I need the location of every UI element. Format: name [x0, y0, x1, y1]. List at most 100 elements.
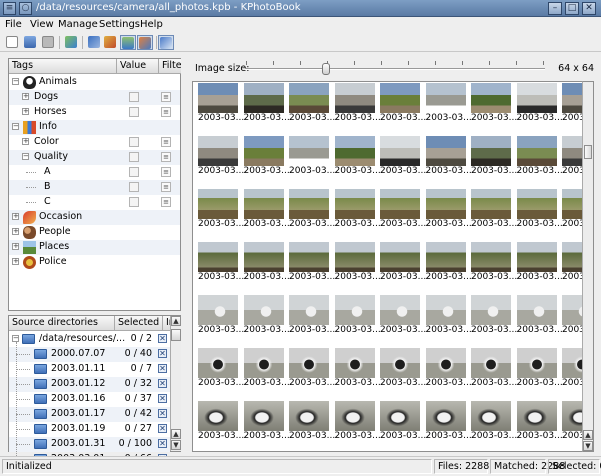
image-size-slider[interactable]	[245, 68, 545, 70]
filter-icon[interactable]: ≡	[161, 197, 171, 207]
expand-toggle-icon[interactable]: +	[22, 138, 29, 145]
menu-help[interactable]: Help	[140, 19, 163, 30]
sticky-icon[interactable]: ○	[19, 2, 32, 15]
photo-thumbnail[interactable]: 2003-03...	[289, 242, 335, 285]
photo-thumbnail[interactable]: 2003-03...	[471, 401, 517, 444]
include-toggle-icon[interactable]: ✕	[158, 424, 167, 433]
photo-thumbnail[interactable]: 2003-03...	[289, 189, 335, 232]
tag-row[interactable]: + Color ≡	[9, 135, 180, 150]
photo-thumbnail[interactable]: 2003-03...	[243, 242, 290, 285]
photo-thumbnail[interactable]: 2003-03...	[380, 242, 426, 285]
filter-icon[interactable]: ≡	[161, 107, 171, 117]
tag-row[interactable]: + Horses ≡	[9, 105, 180, 120]
menu-view[interactable]: View	[30, 19, 54, 30]
tag-row[interactable]: A ≡	[9, 165, 180, 180]
photo-thumbnail[interactable]: 2003-03...	[243, 401, 290, 444]
photo-thumbnail[interactable]: 2003-03...	[471, 136, 517, 179]
import-icon[interactable]	[137, 35, 153, 50]
photo-thumbnail[interactable]: 2003-03...	[425, 401, 472, 444]
filter-icon[interactable]: ≡	[161, 167, 171, 177]
photo-thumbnail[interactable]: 2003-03...	[425, 348, 472, 391]
photo-thumbnail[interactable]: 2003-03...	[516, 348, 563, 391]
photo-thumbnail[interactable]: 2003-03...	[516, 295, 563, 338]
photo-thumbnail[interactable]: 2003-03...	[380, 136, 426, 179]
photo-thumbnail[interactable]: 2003-03...	[289, 136, 335, 179]
source-dir-row[interactable]: 2003.01.12 0 / 32 ✕	[9, 377, 170, 392]
source-dir-row[interactable]: 2003.01.19 0 / 27 ✕	[9, 422, 170, 437]
expand-toggle-icon[interactable]: +	[22, 93, 29, 100]
include-toggle-icon[interactable]: ✕	[158, 394, 167, 403]
photo-thumbnail[interactable]: 2003-03...	[198, 242, 244, 285]
maximize-button[interactable]: □	[565, 2, 579, 15]
slider-handle[interactable]	[322, 63, 330, 75]
photo-thumbnail[interactable]: 2003-03...	[425, 136, 472, 179]
scroll-up-icon[interactable]: ▲	[171, 316, 181, 326]
photo-thumbnail[interactable]: 2003-03...	[425, 83, 472, 126]
photo-thumbnail[interactable]: 2003-03...	[516, 189, 563, 232]
source-dir-row[interactable]: 2003.01.16 0 / 37 ✕	[9, 392, 170, 407]
photo-thumbnail[interactable]: 2003-03...	[380, 83, 426, 126]
photo-thumbnail[interactable]: 2003-03...	[243, 295, 290, 338]
scroll-thumb[interactable]	[171, 329, 181, 341]
tag-value-checkbox[interactable]	[129, 107, 139, 117]
expand-toggle-icon[interactable]: +	[12, 228, 19, 235]
tag-row[interactable]: + People	[9, 225, 180, 240]
photo-thumbnail[interactable]: 2003-03...	[334, 242, 381, 285]
source-dir-row[interactable]: 2000.07.07 0 / 40 ✕	[9, 347, 170, 362]
save-icon[interactable]	[40, 35, 56, 50]
include-toggle-icon[interactable]: ✕	[158, 364, 167, 373]
menu-settings[interactable]: Settings	[99, 19, 140, 30]
photo-thumbnail[interactable]: 2003-03...	[425, 242, 472, 285]
photo-thumbnail[interactable]: 2003-03...	[198, 136, 244, 179]
auto-tag-icon[interactable]	[158, 35, 174, 50]
minimize-button[interactable]: –	[548, 2, 562, 15]
photo-thumbnail[interactable]: 2003-03...	[562, 136, 582, 179]
include-toggle-icon[interactable]: ✕	[158, 334, 167, 343]
expand-toggle-icon[interactable]: −	[12, 335, 19, 342]
thumbnail-grid[interactable]: 2003-03... 2003-03... 2003-03... 2003-03...…	[192, 81, 582, 452]
source-dir-row[interactable]: − /data/resources/... 0 / 2 ✕	[9, 332, 170, 347]
tag-value-checkbox[interactable]	[129, 137, 139, 147]
photo-thumbnail[interactable]: 2003-03...	[380, 295, 426, 338]
photo-thumbnail[interactable]: 2003-03...	[198, 83, 244, 126]
photo-thumbnail[interactable]: 2003-03...	[425, 295, 472, 338]
include-toggle-icon[interactable]: ✕	[158, 349, 167, 358]
expand-toggle-icon[interactable]: −	[12, 123, 19, 130]
photo-thumbnail[interactable]: 2003-03...	[334, 401, 381, 444]
open-icon[interactable]	[22, 35, 38, 50]
photo-thumbnail[interactable]: 2003-03...	[380, 348, 426, 391]
expand-toggle-icon[interactable]: +	[22, 108, 29, 115]
tag-value-checkbox[interactable]	[129, 152, 139, 162]
photo-thumbnail[interactable]: 2003-03...	[289, 401, 335, 444]
filter-column-header[interactable]: Filter	[159, 59, 181, 74]
expand-toggle-icon[interactable]: −	[22, 153, 29, 160]
tag-value-checkbox[interactable]	[129, 182, 139, 192]
photo-thumbnail[interactable]: 2003-03...	[471, 242, 517, 285]
tag-row[interactable]: B ≡	[9, 180, 180, 195]
tag-value-checkbox[interactable]	[129, 167, 139, 177]
scroll-up-icon[interactable]: ▲	[583, 430, 593, 440]
tag-row[interactable]: C ≡	[9, 195, 180, 210]
tag-row[interactable]: + Occasion	[9, 210, 180, 225]
photo-thumbnail[interactable]: 2003-03...	[289, 83, 335, 126]
photo-thumbnail[interactable]: 2003-03...	[198, 295, 244, 338]
photo-thumbnail[interactable]: 2003-03...	[562, 189, 582, 232]
photo-thumbnail[interactable]: 2003-03...	[198, 189, 244, 232]
tag-row[interactable]: + Police	[9, 255, 180, 270]
photo-thumbnail[interactable]: 2003-03...	[380, 401, 426, 444]
photo-thumbnail[interactable]: 2003-03...	[243, 136, 290, 179]
photo-thumbnail[interactable]: 2003-03...	[471, 348, 517, 391]
menu-manage[interactable]: Manage	[58, 19, 98, 30]
photo-thumbnail[interactable]: 2003-03...	[243, 83, 290, 126]
photo-thumbnail[interactable]: 2003-03...	[562, 242, 582, 285]
expand-toggle-icon[interactable]: −	[12, 78, 19, 85]
photo-thumbnail[interactable]: 2003-03...	[562, 348, 582, 391]
photo-thumbnail[interactable]: 2003-03...	[425, 189, 472, 232]
scroll-thumb[interactable]	[584, 145, 592, 159]
photo-thumbnail[interactable]: 2003-03...	[562, 401, 582, 444]
include-toggle-icon[interactable]: ✕	[158, 409, 167, 418]
filter-icon[interactable]: ≡	[161, 152, 171, 162]
source-directories-header[interactable]: Source directories	[9, 316, 115, 331]
tag-icon[interactable]	[86, 35, 102, 50]
tag-value-checkbox[interactable]	[129, 197, 139, 207]
